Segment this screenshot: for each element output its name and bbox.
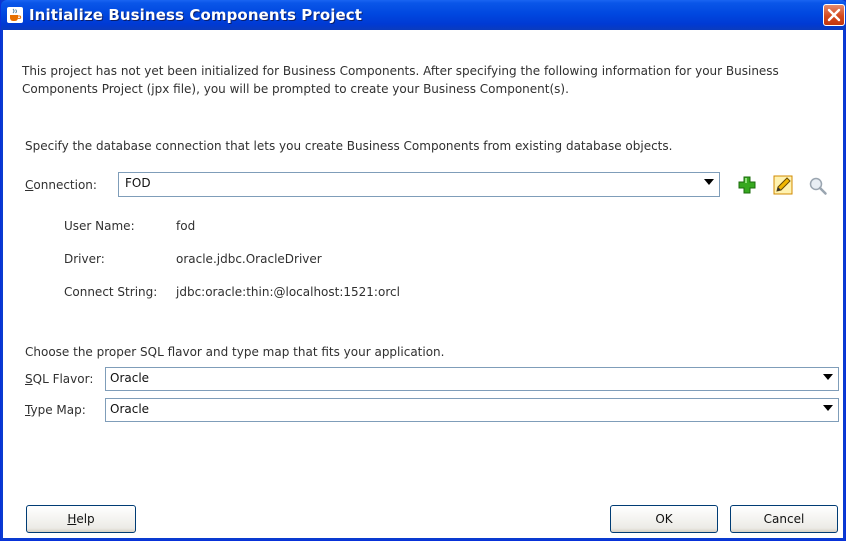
title-bar[interactable]: Initialize Business Components Project xyxy=(1,0,846,30)
driver-label: Driver: xyxy=(64,252,105,266)
chevron-down-icon[interactable] xyxy=(823,374,833,380)
window-title: Initialize Business Components Project xyxy=(29,6,363,24)
close-button[interactable] xyxy=(823,4,845,26)
chevron-down-icon[interactable] xyxy=(823,405,833,411)
dialog-content xyxy=(3,30,843,538)
connection-dropdown[interactable]: FOD xyxy=(118,172,720,197)
type-map-label: Type Map: xyxy=(25,403,86,417)
sql-instruction: Choose the proper SQL flavor and type ma… xyxy=(25,345,445,359)
connection-label: Connection: xyxy=(25,178,97,192)
type-map-dropdown[interactable]: Oracle xyxy=(105,398,839,422)
close-icon xyxy=(827,8,841,22)
user-name-label: User Name: xyxy=(64,219,135,233)
intro-text: This project has not yet been initialize… xyxy=(22,64,779,96)
magnifier-icon[interactable] xyxy=(808,176,828,196)
help-button[interactable]: Help xyxy=(26,505,136,533)
java-cup-icon xyxy=(7,7,23,23)
driver-value: oracle.jdbc.OracleDriver xyxy=(176,252,322,266)
sql-flavor-dropdown[interactable]: Oracle xyxy=(105,367,839,391)
chevron-down-icon[interactable] xyxy=(704,179,714,185)
connection-value: FOD xyxy=(125,176,151,190)
connect-string-label: Connect String: xyxy=(64,285,158,299)
sql-flavor-label: SQL Flavor: xyxy=(25,372,94,386)
connect-string-value: jdbc:oracle:thin:@localhost:1521:orcl xyxy=(176,285,400,299)
user-name-value: fod xyxy=(176,219,196,233)
plus-icon[interactable] xyxy=(738,176,756,194)
ok-button[interactable]: OK xyxy=(610,505,718,533)
type-map-value: Oracle xyxy=(110,402,150,416)
connection-instruction: Specify the database connection that let… xyxy=(25,139,673,153)
sql-flavor-value: Oracle xyxy=(110,371,150,385)
cancel-button[interactable]: Cancel xyxy=(730,505,838,533)
pencil-icon[interactable] xyxy=(773,175,793,195)
